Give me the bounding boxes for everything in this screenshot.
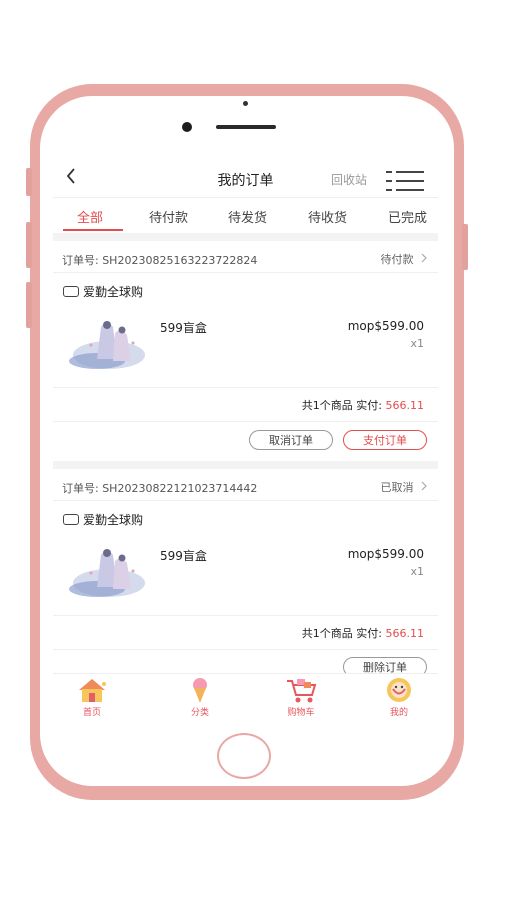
- divider: [53, 649, 438, 650]
- order-status[interactable]: 已取消: [381, 479, 429, 495]
- order-summary: 共1个商品 实付: 566.11: [302, 625, 424, 641]
- order-number: 订单号: SH20230825163223722824: [62, 254, 258, 267]
- store-icon: [63, 286, 79, 297]
- order-status-tabs: 全部 待付款 待发货 待收货 已完成: [53, 197, 438, 233]
- page-title: 我的订单: [217, 173, 274, 189]
- order-number: 订单号: SH20230822121023714442: [62, 482, 258, 495]
- app-screen: 我的订单 回收站 全部 待付款 待发货 待收货 已完成 订单号: SH20230…: [53, 161, 438, 727]
- tab-all[interactable]: 全部: [77, 207, 103, 226]
- phone-sensor: [243, 101, 248, 106]
- order-summary-label: 共1个商品 实付:: [301, 399, 382, 412]
- product-quantity: x1: [410, 565, 424, 578]
- chevron-right-icon: [421, 481, 427, 491]
- tabbar-item-home[interactable]: 首页: [62, 676, 122, 718]
- tabbar-item-profile[interactable]: 我的: [369, 676, 429, 718]
- product-quantity: x1: [410, 337, 424, 350]
- phone-side-button: [26, 282, 32, 328]
- tabbar-label: 分类: [190, 708, 209, 718]
- product-name: 599盲盒: [160, 321, 207, 335]
- menu-icon[interactable]: [386, 170, 424, 192]
- order-status[interactable]: 待付款: [381, 251, 429, 267]
- order-status-label: 已取消: [380, 481, 414, 494]
- order-summary: 共1个商品 实付: 566.11: [302, 397, 424, 413]
- shop-name[interactable]: 爱勤全球购: [63, 283, 143, 300]
- tabbar-item-category[interactable]: 分类: [170, 676, 230, 718]
- order-card[interactable]: 订单号: SH20230822121023714442 已取消 爱勤全球购 59…: [53, 469, 438, 679]
- divider: [53, 500, 438, 501]
- phone-side-button: [26, 168, 32, 196]
- product-name: 599盲盒: [160, 549, 207, 563]
- cancel-order-button[interactable]: 取消订单: [249, 430, 333, 450]
- tabbar-label: 购物车: [287, 708, 315, 718]
- order-summary-label: 共1个商品 实付:: [301, 627, 382, 640]
- tabbar-label: 首页: [82, 708, 101, 718]
- order-amount: 566.11: [385, 399, 425, 412]
- profile-icon: [382, 676, 416, 704]
- tabbar-item-cart[interactable]: 购物车: [271, 676, 331, 718]
- phone-home-button[interactable]: [217, 733, 271, 779]
- phone-camera: [182, 122, 192, 132]
- shop-name-label: 爱勤全球购: [83, 513, 144, 527]
- phone-side-button: [26, 222, 32, 268]
- shop-name[interactable]: 爱勤全球购: [63, 511, 143, 528]
- divider: [53, 615, 438, 616]
- top-nav-bar: 我的订单 回收站: [53, 161, 438, 197]
- shopping-cart-icon: [284, 676, 318, 704]
- order-amount: 566.11: [385, 627, 425, 640]
- tabbar-label: 我的: [389, 708, 408, 718]
- tab-pending-receipt[interactable]: 待收货: [308, 207, 347, 226]
- divider: [53, 387, 438, 388]
- divider: [53, 272, 438, 273]
- divider: [53, 421, 438, 422]
- tab-pending-payment[interactable]: 待付款: [149, 207, 188, 226]
- tab-pending-shipment[interactable]: 待发货: [228, 207, 267, 226]
- ice-cream-icon: [183, 676, 217, 704]
- product-image[interactable]: [67, 315, 147, 375]
- recycle-bin-link[interactable]: 回收站: [331, 171, 367, 188]
- store-icon: [63, 514, 79, 525]
- order-status-label: 待付款: [380, 253, 414, 266]
- active-tab-indicator: [63, 229, 123, 231]
- tab-completed[interactable]: 已完成: [388, 207, 427, 226]
- pay-order-button[interactable]: 支付订单: [343, 430, 427, 450]
- order-card[interactable]: 订单号: SH20230825163223722824 待付款 爱勤全球购 59…: [53, 241, 438, 461]
- product-image[interactable]: [67, 543, 147, 603]
- house-icon: [75, 676, 109, 704]
- shop-name-label: 爱勤全球购: [83, 285, 144, 299]
- chevron-right-icon: [421, 253, 427, 263]
- product-price: mop$599.00: [347, 547, 424, 561]
- bottom-tab-bar: 首页 分类 购物车 我的: [53, 673, 438, 727]
- phone-speaker: [216, 125, 276, 129]
- phone-side-button: [462, 224, 468, 270]
- product-price: mop$599.00: [347, 319, 424, 333]
